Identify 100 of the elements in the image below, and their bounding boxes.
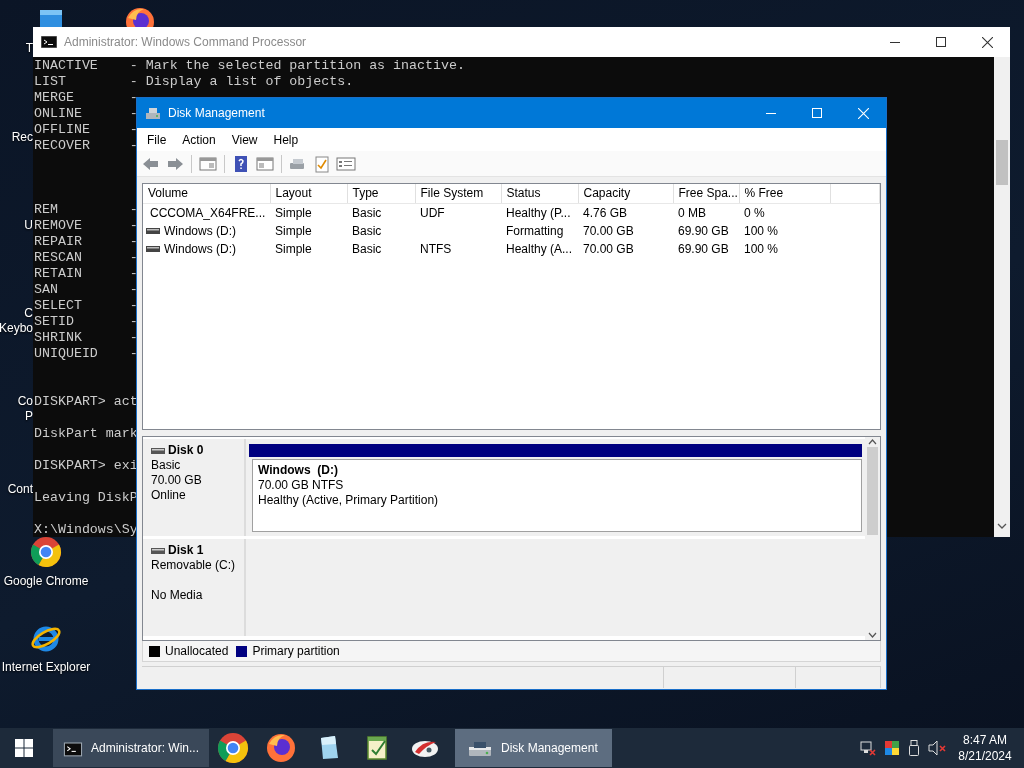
column-header[interactable]: % Free — [739, 184, 830, 203]
table-cell: Simple — [275, 241, 312, 256]
disk-size: 70.00 GB — [151, 473, 203, 488]
properties-icon[interactable] — [336, 154, 356, 173]
disk-status: Online — [151, 488, 187, 503]
column-header[interactable]: Capacity — [578, 184, 673, 203]
partition-name: Windows (D:) — [258, 463, 339, 478]
console-line: RECOVER - — [34, 138, 138, 154]
legend-label: Unallocated — [165, 643, 229, 660]
table-cell-text: CCCOMA_X64FRE... — [150, 204, 266, 222]
console-line: RESCAN - — [34, 250, 138, 266]
scrollbar[interactable] — [994, 57, 1010, 537]
icon-label[interactable]: Internet Explorer — [1, 658, 91, 676]
table-cell: Basic — [352, 223, 382, 238]
pane-icon[interactable] — [198, 154, 218, 173]
table-cell: 100 % — [744, 241, 779, 256]
table-cell: 70.00 GB — [583, 241, 634, 256]
table-cell: Formatting — [506, 223, 564, 238]
console-line: REPAIR - — [34, 234, 138, 250]
clock[interactable]: 8:47 AM 8/21/2024 — [954, 732, 1016, 764]
color-icon[interactable] — [884, 740, 900, 756]
table-cell: Basic — [352, 241, 382, 256]
scroll-up-icon[interactable] — [868, 439, 877, 445]
console-line: SAN - — [34, 282, 138, 298]
column-header[interactable]: Status — [501, 184, 578, 203]
console-line: X:\Windows\Sy — [34, 522, 138, 538]
column-header[interactable]: Layout — [270, 184, 347, 203]
drive-icon — [146, 226, 160, 235]
table-cell: Healthy (A... — [506, 241, 573, 256]
icon-label[interactable]: Co — [17, 394, 33, 409]
icon-label[interactable]: C — [24, 306, 33, 321]
icon-label[interactable]: Keybo — [0, 321, 33, 336]
table-cell: UDF — [420, 205, 445, 220]
app-icon[interactable] — [40, 8, 62, 28]
window-title: Administrator: Windows Command Processor — [64, 34, 307, 51]
scroll-down-icon[interactable] — [868, 632, 877, 638]
column-header[interactable]: Free Spa... — [673, 184, 739, 203]
drive-icon — [151, 547, 165, 554]
scroll-thumb[interactable] — [867, 447, 878, 535]
close-icon[interactable] — [981, 36, 993, 48]
console-line: DISKPART> exi — [34, 458, 138, 474]
console-line: ONLINE - — [34, 106, 138, 122]
taskbar-button[interactable]: Administrator: Win... — [53, 729, 209, 767]
disk-type: Basic — [151, 458, 182, 473]
table-cell-text: Windows (D:) — [164, 240, 236, 258]
console-line: LIST - Display a list of objects. — [34, 74, 354, 90]
clock-time: 8:47 AM — [963, 732, 1007, 748]
taskbar-button[interactable]: Disk Management — [455, 729, 612, 767]
console-line: RETAIN - — [34, 266, 138, 282]
menu-item[interactable]: File — [139, 130, 175, 149]
console-line: MERGE - — [34, 90, 138, 106]
table-cell: Basic — [352, 205, 382, 220]
mute-icon[interactable] — [928, 740, 946, 756]
menu-item[interactable]: View — [223, 130, 266, 149]
table-cell: 69.90 GB — [678, 223, 729, 238]
icon-label[interactable]: Rec — [11, 130, 33, 145]
console-line: DiskPart mark — [34, 426, 138, 442]
icon-label[interactable]: T — [25, 41, 33, 56]
table-cell: 0 % — [744, 205, 765, 220]
console-line: SELECT - — [34, 298, 138, 314]
icon-label[interactable]: Cont — [7, 482, 33, 497]
disk-name: Disk 0 — [168, 443, 204, 458]
partition-status: Healthy (Active, Primary Partition) — [258, 493, 440, 508]
checklist-icon[interactable] — [312, 154, 332, 173]
window-title: Disk Management — [168, 105, 265, 122]
legend-label: Primary partition — [252, 643, 340, 660]
console-line: DISKPART> act — [34, 394, 138, 410]
usb-icon[interactable] — [908, 740, 920, 756]
table-cell: 70.00 GB — [583, 223, 634, 238]
console-icon — [41, 36, 57, 48]
maximize-icon[interactable] — [936, 37, 946, 47]
pane-icon[interactable] — [255, 154, 275, 173]
browser-icon[interactable] — [30, 536, 62, 568]
menu-item[interactable]: Action — [174, 130, 224, 149]
scroll-thumb[interactable] — [996, 140, 1008, 185]
drive-icon — [146, 244, 160, 253]
disk-type: Removable (C:) — [151, 558, 236, 573]
drive-icon — [151, 447, 165, 454]
disk-status: No Media — [151, 588, 204, 603]
icon-label[interactable]: U — [24, 218, 33, 233]
console-line: UNIQUEID - — [34, 346, 138, 362]
column-header[interactable]: Type — [347, 184, 415, 203]
column-header[interactable]: Volume — [143, 184, 270, 203]
console-line: REM - — [34, 202, 138, 218]
partition-box[interactable]: Windows (D:) 70.00 GB NTFS Healthy (Active, Primary Partition) — [252, 459, 862, 532]
icon-label[interactable]: P — [25, 409, 33, 424]
console-line: SETID - — [34, 314, 138, 330]
icon-label[interactable]: Google Chrome — [3, 572, 89, 590]
column-header[interactable]: File System — [415, 184, 501, 203]
table-cell: 100 % — [744, 223, 779, 238]
console-line: Leaving DiskP — [34, 490, 138, 506]
scroll-down-icon[interactable] — [997, 522, 1007, 529]
table-cell: 69.90 GB — [678, 241, 729, 256]
table-cell: 4.76 GB — [583, 205, 628, 220]
partition-detail: 70.00 GB NTFS — [258, 478, 345, 493]
scrollbar[interactable] — [865, 437, 880, 640]
table-cell: 0 MB — [678, 205, 706, 220]
network-icon[interactable] — [860, 740, 876, 756]
disk-name: Disk 1 — [168, 543, 204, 558]
menu-item[interactable]: Help — [265, 130, 307, 149]
